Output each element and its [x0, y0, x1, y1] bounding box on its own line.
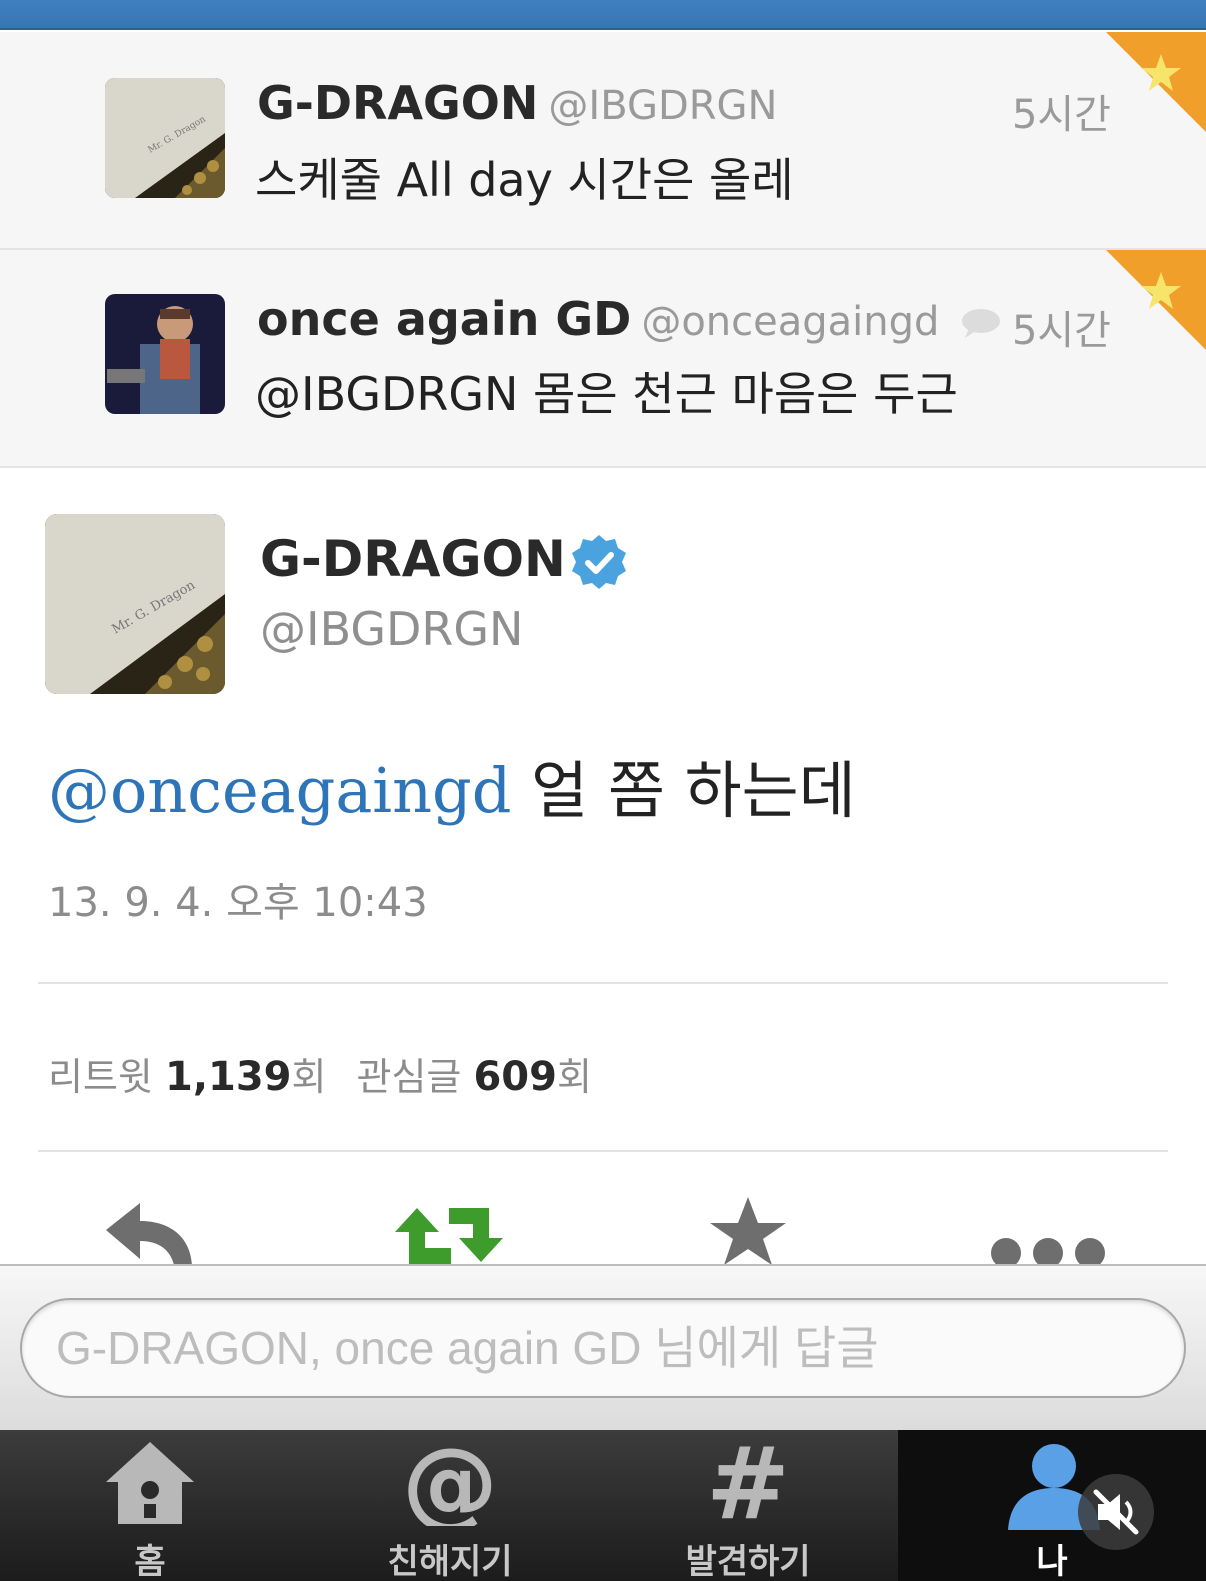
mute-button[interactable] — [1078, 1474, 1154, 1550]
tab-me[interactable]: 나 — [898, 1430, 1206, 1581]
hashtag-icon: # — [706, 1440, 790, 1526]
avatar[interactable] — [105, 294, 225, 414]
tab-bar: 홈 @ 친해지기 # 발견하기 나 — [0, 1430, 1206, 1581]
tweet-stats: 리트윗 1,139회 관심글 609회 — [48, 1046, 592, 1101]
divider — [38, 1150, 1168, 1152]
divider — [38, 982, 1168, 984]
tab-home[interactable]: 홈 — [0, 1430, 300, 1581]
timeline-tweet[interactable]: once again GD @onceagaingd 5시간 @IBGDRGN 몸… — [0, 250, 1206, 468]
favorite-corner-icon — [1106, 32, 1206, 132]
tweet-handle: @onceagaingd — [641, 299, 940, 345]
svg-text:#: # — [706, 1440, 790, 1526]
tab-label: 홈 — [134, 1542, 166, 1581]
tab-connect[interactable]: @ 친해지기 — [300, 1430, 600, 1581]
tweet-author: G-DRAGON @IBGDRGN — [257, 76, 778, 130]
tweet-author: G-DRAGON — [260, 530, 566, 588]
favorite-count-label[interactable]: 관심글 609회 — [356, 1054, 591, 1100]
avatar[interactable]: Mr. G. Dragon — [45, 514, 225, 694]
favorite-corner-icon — [1106, 250, 1206, 350]
conversation-icon — [962, 309, 1000, 338]
favorite-icon[interactable] — [708, 1195, 788, 1265]
tweet-text: @IBGDRGN 몸은 천근 마음은 두근 — [255, 367, 958, 421]
reply-bar — [0, 1264, 1206, 1430]
tweet-timestamp: 13. 9. 4. 오후 10:43 — [48, 880, 428, 926]
tweet-time: 5시간 — [1011, 92, 1111, 138]
retweet-count-label[interactable]: 리트윗 1,139회 — [48, 1054, 326, 1100]
tab-label: 발견하기 — [685, 1542, 811, 1581]
retweet-icon[interactable] — [393, 1200, 505, 1270]
avatar[interactable]: Mr. G. Dragon — [105, 78, 225, 198]
mention-link[interactable]: @onceagaingd — [48, 754, 511, 827]
muted-speaker-icon — [1093, 1489, 1139, 1535]
reply-icon[interactable] — [100, 1195, 200, 1265]
tweet-body: @onceagaingd 얼 쫌 하는데 — [48, 754, 856, 827]
tab-label: 나 — [1036, 1542, 1068, 1581]
tweet-handle: @IBGDRGN — [260, 602, 524, 656]
tab-label: 친해지기 — [387, 1542, 513, 1581]
tweet-author: once again GD @onceagaingd — [257, 292, 940, 346]
reply-input[interactable] — [20, 1298, 1186, 1398]
tweet-text: 스케줄 All day 시간은 올레 — [255, 153, 794, 207]
verified-badge-icon — [572, 535, 626, 589]
svg-text:@: @ — [402, 1440, 498, 1526]
tweet-time: 5시간 — [1011, 308, 1111, 354]
tab-discover[interactable]: # 발견하기 — [598, 1430, 898, 1581]
home-icon — [106, 1442, 194, 1524]
tweet-handle: @IBGDRGN — [548, 83, 778, 129]
timeline-tweet[interactable]: Mr. G. Dragon G-DRAGON @IBGDRGN 5시간 스케줄 A… — [0, 32, 1206, 250]
top-status-bar — [0, 0, 1206, 30]
at-icon: @ — [402, 1440, 498, 1526]
